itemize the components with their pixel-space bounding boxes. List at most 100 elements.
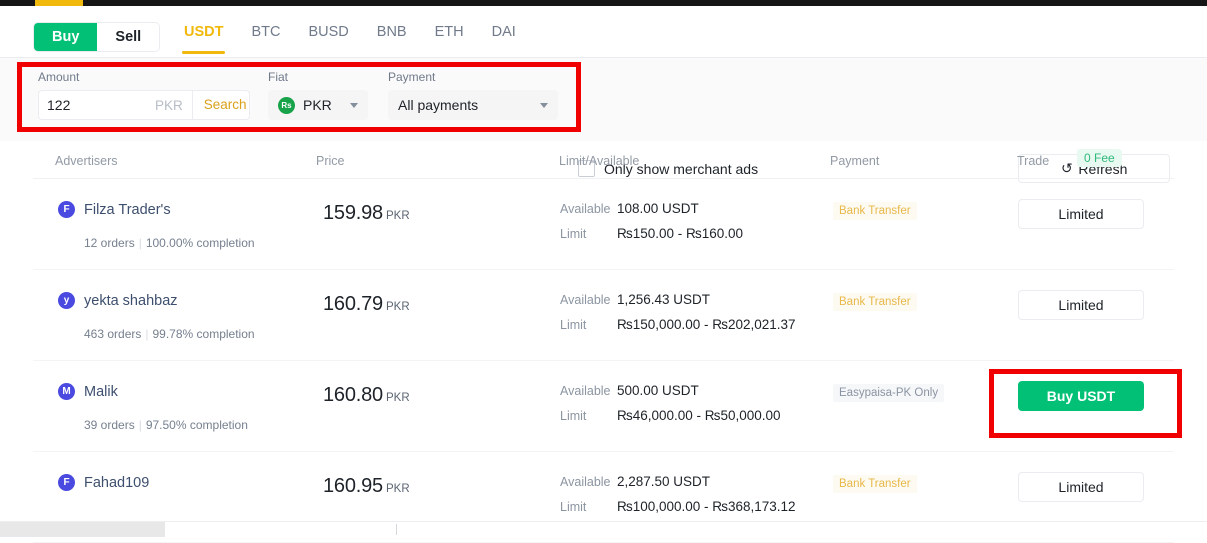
- avatar: y: [58, 292, 75, 309]
- tab-bnb[interactable]: BNB: [363, 20, 421, 54]
- avatar: F: [58, 474, 75, 491]
- advertiser-name[interactable]: Malik: [84, 384, 118, 400]
- trade-action-button[interactable]: Limited: [1018, 472, 1144, 502]
- tab-dai[interactable]: DAI: [478, 20, 530, 54]
- fiat-filter: Fiat Rs PKR: [268, 70, 368, 120]
- buy-sell-toggle[interactable]: Buy Sell: [33, 22, 160, 52]
- limit-line: Limit ₨150.00 - ₨160.00: [560, 226, 743, 241]
- search-button[interactable]: Search: [192, 91, 258, 119]
- limit-label: Limit: [560, 500, 617, 514]
- limit-line: Limit ₨100,000.00 - ₨368,173.12: [560, 499, 796, 514]
- order-count: 12 orders: [84, 236, 135, 250]
- buy-tab[interactable]: Buy: [34, 23, 97, 51]
- available-value: 500.00 USDT: [617, 383, 699, 398]
- meta-separator: |: [135, 236, 146, 250]
- payment-selected-value: All payments: [398, 97, 478, 113]
- table-row[interactable]: y yekta shahbaz 463 orders|99.78% comple…: [33, 270, 1174, 361]
- limit-value: ₨46,000.00 - ₨50,000.00: [617, 408, 781, 423]
- advertiser-stats: 463 orders|99.78% completion: [84, 327, 255, 341]
- available-label: Available: [560, 202, 617, 216]
- price-value: 160.95: [323, 475, 383, 497]
- trade-action-button[interactable]: Limited: [1018, 199, 1144, 229]
- limit-value: ₨100,000.00 - ₨368,173.12: [617, 499, 796, 514]
- scrollbar-thumb[interactable]: [0, 522, 165, 537]
- buy-usdt-button[interactable]: Buy USDT: [1018, 381, 1144, 411]
- completion-rate: 97.50% completion: [146, 418, 248, 432]
- limit-value: ₨150,000.00 - ₨202,021.37: [617, 317, 796, 332]
- order-count: 463 orders: [84, 327, 141, 341]
- tab-usdt[interactable]: USDT: [170, 20, 237, 54]
- limit-label: Limit: [560, 227, 617, 241]
- table-header-row: Advertisers Price Limit/Available Paymen…: [33, 141, 1174, 179]
- advertiser-name[interactable]: Fahad109: [84, 475, 149, 491]
- limit-value: ₨150.00 - ₨160.00: [617, 226, 743, 241]
- payment-method-tag: Bank Transfer: [833, 202, 917, 220]
- price-currency: PKR: [386, 483, 410, 495]
- chevron-down-icon: [540, 103, 548, 108]
- available-value: 2,287.50 USDT: [617, 474, 710, 489]
- meta-separator: |: [141, 327, 152, 341]
- available-line: Available 2,287.50 USDT: [560, 474, 796, 489]
- table-row[interactable]: F Filza Trader's 12 orders|100.00% compl…: [33, 179, 1174, 270]
- limit-available-cell: Available 1,256.43 USDT Limit ₨150,000.0…: [560, 292, 796, 342]
- payment-method-tag: Bank Transfer: [833, 293, 917, 311]
- col-advertisers: Advertisers: [55, 154, 118, 168]
- amount-input[interactable]: [39, 97, 155, 113]
- fiat-label: Fiat: [268, 70, 368, 84]
- available-label: Available: [560, 293, 617, 307]
- payment-filter: Payment All payments: [388, 70, 558, 120]
- available-line: Available 500.00 USDT: [560, 383, 781, 398]
- table-row[interactable]: M Malik 39 orders|97.50% completion 160.…: [33, 361, 1174, 452]
- price-currency: PKR: [386, 392, 410, 404]
- chevron-down-icon: [350, 103, 358, 108]
- limit-line: Limit ₨150,000.00 - ₨202,021.37: [560, 317, 796, 332]
- trade-action-button[interactable]: Limited: [1018, 290, 1144, 320]
- advertiser-identity[interactable]: M Malik: [58, 383, 118, 400]
- price-value: 160.80: [323, 384, 383, 406]
- limit-available-cell: Available 2,287.50 USDT Limit ₨100,000.0…: [560, 474, 796, 524]
- available-line: Available 1,256.43 USDT: [560, 292, 796, 307]
- available-label: Available: [560, 384, 617, 398]
- horizontal-scrollbar[interactable]: [0, 521, 1207, 537]
- fiat-select[interactable]: Rs PKR: [268, 90, 368, 120]
- completion-rate: 100.00% completion: [146, 236, 255, 250]
- p2p-header: Buy Sell USDT BTC BUSD BNB ETH DAI: [0, 6, 1207, 58]
- avatar: M: [58, 383, 75, 400]
- amount-currency-label: PKR: [155, 98, 192, 113]
- filter-bar: Amount PKR Search Fiat Rs PKR Payment Al…: [0, 58, 1207, 141]
- order-count: 39 orders: [84, 418, 135, 432]
- price-cell: 160.95PKR: [323, 475, 410, 498]
- scrollbar-tick: [396, 524, 397, 535]
- offers-table: Advertisers Price Limit/Available Paymen…: [0, 141, 1207, 543]
- payment-select[interactable]: All payments: [388, 90, 558, 120]
- available-value: 1,256.43 USDT: [617, 292, 710, 307]
- limit-label: Limit: [560, 318, 617, 332]
- available-value: 108.00 USDT: [617, 201, 699, 216]
- price-cell: 160.80PKR: [323, 384, 410, 407]
- advertiser-name[interactable]: yekta shahbaz: [84, 293, 178, 309]
- advertiser-name[interactable]: Filza Trader's: [84, 202, 171, 218]
- advertiser-identity[interactable]: y yekta shahbaz: [58, 292, 178, 309]
- advertiser-stats: 12 orders|100.00% completion: [84, 236, 255, 250]
- tab-eth[interactable]: ETH: [421, 20, 478, 54]
- payment-label: Payment: [388, 70, 558, 84]
- col-price: Price: [316, 154, 344, 168]
- advertiser-identity[interactable]: F Fahad109: [58, 474, 149, 491]
- avatar: F: [58, 201, 75, 218]
- tab-btc[interactable]: BTC: [237, 20, 294, 54]
- meta-separator: |: [135, 418, 146, 432]
- tab-busd[interactable]: BUSD: [294, 20, 362, 54]
- advertiser-identity[interactable]: F Filza Trader's: [58, 201, 171, 218]
- coin-tab-list: USDT BTC BUSD BNB ETH DAI: [170, 20, 530, 54]
- limit-available-cell: Available 108.00 USDT Limit ₨150.00 - ₨1…: [560, 201, 743, 251]
- fiat-selected-value: PKR: [303, 97, 332, 113]
- price-currency: PKR: [386, 210, 410, 222]
- sell-tab[interactable]: Sell: [97, 23, 159, 51]
- limit-available-cell: Available 500.00 USDT Limit ₨46,000.00 -…: [560, 383, 781, 433]
- price-cell: 160.79PKR: [323, 293, 410, 316]
- amount-search-box[interactable]: PKR Search: [38, 90, 250, 120]
- price-value: 159.98: [323, 202, 383, 224]
- pkr-flag-icon: Rs: [278, 97, 295, 114]
- limit-line: Limit ₨46,000.00 - ₨50,000.00: [560, 408, 781, 423]
- col-limit-available: Limit/Available: [559, 154, 639, 168]
